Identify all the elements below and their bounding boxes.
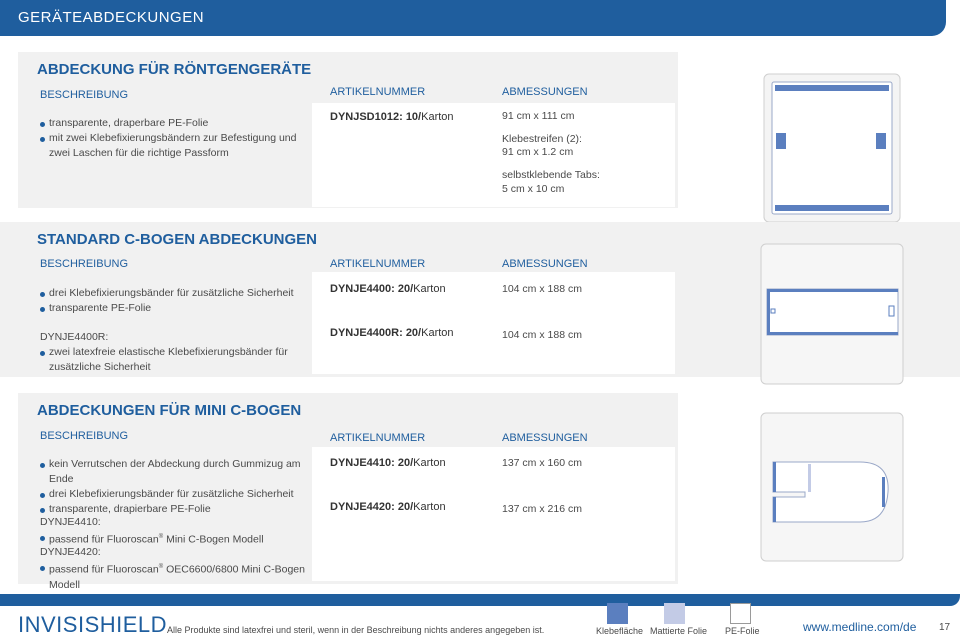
dimension-value: 104 cm x 188 cm: [502, 283, 582, 295]
list-item: transparente PE-Folie: [40, 301, 310, 316]
legend-label: Klebefläche: [596, 626, 644, 636]
list-item: passend für Fluoroscan® OEC6600/6800 Min…: [40, 560, 312, 593]
section2-art-label: ARTIKELNUMMER: [330, 258, 426, 270]
article-number: DYNJSD1012: 10/Karton: [330, 111, 454, 123]
footer-band: [0, 594, 960, 606]
section3-desc-label: BESCHREIBUNG: [40, 430, 129, 442]
mini-c-arm-cover-illustration: [760, 412, 904, 562]
section3-dim-label: ABMESSUNGEN: [502, 432, 588, 444]
page-number: 17: [939, 622, 951, 633]
footer-url[interactable]: www.medline.com/de: [803, 620, 916, 634]
legend-label: Mattierte Folie: [650, 626, 708, 636]
section2-bullets: drei Klebefixierungsbänder für zusätzlic…: [40, 286, 310, 316]
dimension-value: 104 cm x 188 cm: [502, 329, 582, 341]
article-number: DYNJE4400R: 20/Karton: [330, 327, 454, 339]
section1-desc-label: BESCHREIBUNG: [40, 89, 129, 101]
dimension-value: 91 cm x 1.2 cm: [502, 146, 574, 158]
section3-sub2-label: DYNJE4420:: [40, 546, 101, 558]
section2-sub-label: DYNJE4400R:: [40, 331, 109, 343]
section3-sub1-label: DYNJE4410:: [40, 516, 101, 528]
list-item: transparente, draperbare PE-Folie: [40, 116, 312, 131]
list-item: zwei latexfreie elastische Klebefixierun…: [40, 345, 310, 375]
legend-swatch-pe: [730, 603, 751, 624]
section2-title: STANDARD C-BOGEN ABDECKUNGEN: [37, 231, 317, 248]
page-header-title: GERÄTEABDECKUNGEN: [18, 9, 205, 26]
dimension-label: selbstklebende Tabs:: [502, 169, 600, 181]
section2-dim-label: ABMESSUNGEN: [502, 258, 588, 270]
article-number: DYNJE4410: 20/Karton: [330, 457, 446, 469]
legend-swatch-adhesive: [607, 603, 628, 624]
section1-bullets: transparente, draperbare PE-Folie mit zw…: [40, 116, 312, 161]
section3-sub2: passend für Fluoroscan® OEC6600/6800 Min…: [40, 560, 312, 593]
article-number: DYNJE4400: 20/Karton: [330, 283, 446, 295]
brand-logo: INVISISHIELD: [18, 612, 168, 637]
section3-bullets: kein Verrutschen der Abdeckung durch Gum…: [40, 457, 312, 517]
section3-title: ABDECKUNGEN FÜR MINI C-BOGEN: [37, 402, 302, 419]
section3-art-label: ARTIKELNUMMER: [330, 432, 426, 444]
section1-title: ABDECKUNG FÜR RÖNTGENGERÄTE: [37, 61, 312, 78]
article-number: DYNJE4420: 20/Karton: [330, 501, 446, 513]
list-item: drei Klebefixierungsbänder für zusätzlic…: [40, 286, 310, 301]
c-arm-cover-illustration: [760, 243, 904, 385]
legend-label: PE-Folie: [725, 626, 760, 636]
xray-cover-illustration: [763, 73, 901, 223]
section2-sub-bullets: zwei latexfreie elastische Klebefixierun…: [40, 345, 310, 375]
list-item: mit zwei Klebefixierungsbändern zur Befe…: [40, 131, 312, 161]
list-item: kein Verrutschen der Abdeckung durch Gum…: [40, 457, 312, 487]
dimension-main: 91 cm x 111 cm: [502, 110, 575, 122]
section1-art-label: ARTIKELNUMMER: [330, 86, 426, 98]
section2-desc-label: BESCHREIBUNG: [40, 258, 129, 270]
footer-note: Alle Produkte sind latexfrei und steril,…: [167, 625, 545, 635]
list-item: drei Klebefixierungsbänder für zusätzlic…: [40, 487, 312, 502]
dimension-value: 137 cm x 160 cm: [502, 457, 582, 469]
legend-swatch-matte: [664, 603, 685, 624]
dimension-value: 137 cm x 216 cm: [502, 503, 582, 515]
dimension-value: 5 cm x 10 cm: [502, 183, 565, 195]
section1-dim-label: ABMESSUNGEN: [502, 86, 588, 98]
